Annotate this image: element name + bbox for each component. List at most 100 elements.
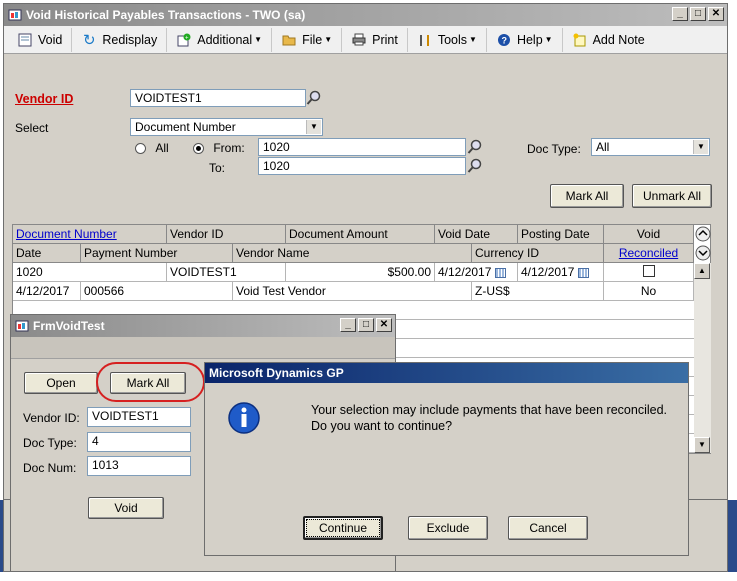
maximize-button[interactable]: □ (690, 7, 706, 21)
radio-from[interactable]: From: (193, 141, 245, 155)
scroll-down-icon[interactable]: ▼ (694, 437, 710, 453)
to-lookup-button[interactable] (466, 157, 484, 175)
vendor-lookup-button[interactable] (305, 89, 323, 107)
open-button[interactable]: Open (24, 372, 98, 394)
cancel-button[interactable]: Cancel (508, 516, 588, 540)
to-input[interactable]: 1020 (258, 157, 466, 175)
toolbar-additional-button[interactable]: + Additional ▼ (167, 27, 273, 52)
dialog-message-line-2: Do you want to continue? (311, 419, 453, 433)
mark-all-button[interactable]: Mark All (550, 184, 624, 208)
minimize-button[interactable]: _ (340, 318, 356, 332)
test-vendor-id-input[interactable]: VOIDTEST1 (87, 407, 191, 427)
chevron-down-icon: ▼ (544, 35, 553, 44)
exclude-button[interactable]: Exclude (408, 516, 488, 540)
test-doc-type-label: Doc Type: (23, 436, 77, 450)
void-icon (17, 32, 33, 48)
col-posting-date: Posting Date (518, 225, 604, 244)
calendar-icon[interactable] (577, 267, 589, 278)
radio-all[interactable]: All (135, 141, 169, 155)
col-document-number[interactable]: Document Number (13, 225, 167, 244)
app-icon (15, 319, 29, 333)
close-button[interactable]: ✕ (376, 318, 392, 332)
col-document-amount: Document Amount (286, 225, 435, 244)
toolbar-add-note-button[interactable]: Add Note (563, 28, 654, 52)
unmark-all-button[interactable]: Unmark All (632, 184, 712, 208)
radio-from-indicator[interactable] (193, 143, 204, 155)
doc-type-label: Doc Type: (527, 142, 581, 156)
row-vendor-id[interactable]: VOIDTEST1 (167, 263, 286, 282)
from-input[interactable]: 1020 (258, 138, 466, 156)
col-void: Void (604, 225, 694, 244)
chevron-down-icon[interactable]: ▼ (693, 140, 708, 154)
toolbar-help-button[interactable]: ? Help ▼ (487, 27, 563, 52)
dialog-message-line-1: Your selection may include payments that… (311, 403, 668, 417)
row-payment-number[interactable]: 000566 (81, 282, 233, 301)
help-icon: ? (496, 32, 512, 48)
magnifier-icon (306, 90, 321, 105)
dialog-title: Microsoft Dynamics GP (209, 366, 344, 380)
col-currency-id: Currency ID (472, 244, 604, 263)
test-vendor-id-label: Vendor ID: (23, 411, 80, 425)
chevron-down-icon: ▼ (469, 35, 477, 44)
test-doc-num-label: Doc Num: (23, 461, 77, 475)
message-dialog: Microsoft Dynamics GP Your selection may… (204, 362, 689, 556)
from-lookup-button[interactable] (466, 138, 484, 156)
select-dropdown[interactable]: Document Number ▼ (130, 118, 323, 136)
void-checkbox[interactable] (642, 265, 655, 277)
col-payment-number: Payment Number (81, 244, 233, 263)
calendar-icon[interactable] (494, 267, 506, 278)
select-label: Select (15, 121, 49, 135)
test-header-bar (11, 337, 395, 359)
test-void-button[interactable]: Void (88, 497, 164, 519)
app-icon (8, 8, 22, 22)
chevron-up-circle-icon (695, 226, 711, 242)
collapse-rows-button[interactable] (695, 226, 711, 245)
chevron-down-icon: ▼ (254, 35, 263, 44)
table-row[interactable]: 1020 (13, 263, 167, 282)
dialog-titlebar[interactable]: Microsoft Dynamics GP (205, 363, 688, 383)
maximize-button[interactable]: □ (358, 318, 374, 332)
row-currency-id[interactable]: Z-US$ (472, 282, 604, 301)
magnifier-icon (467, 139, 482, 154)
chevron-down-icon: ▼ (324, 35, 333, 44)
chevron-down-icon[interactable]: ▼ (306, 120, 321, 134)
toolbar-void-button[interactable]: Void (8, 27, 73, 52)
col-date: Date (13, 244, 81, 263)
test-mark-all-button[interactable]: Mark All (110, 372, 186, 394)
test-doc-type-input[interactable]: 4 (87, 432, 191, 452)
radio-all-indicator[interactable] (135, 143, 146, 155)
row-vendor-name[interactable]: Void Test Vendor (233, 282, 472, 301)
col-reconciled[interactable]: Reconciled (604, 244, 694, 263)
print-icon (351, 32, 367, 48)
svg-text:+: + (185, 35, 189, 41)
expand-rows-button[interactable] (695, 245, 711, 264)
vendor-id-input[interactable]: VOIDTEST1 (130, 89, 306, 107)
close-button[interactable]: ✕ (708, 7, 724, 21)
toolbar-redisplay-button[interactable]: ↻ Redisplay (72, 27, 168, 52)
toolbar-file-button[interactable]: File ▼ (272, 27, 343, 52)
row-posting-date[interactable]: 4/12/2017 (518, 263, 604, 282)
grid-scrollbar[interactable]: ▲ ▼ (694, 263, 711, 453)
main-titlebar[interactable]: Void Historical Payables Transactions - … (4, 4, 727, 26)
tools-icon (417, 32, 433, 48)
test-titlebar[interactable]: FrmVoidTest _ □ ✕ (11, 315, 395, 337)
row-void-checkbox-cell (604, 263, 694, 282)
scroll-up-icon[interactable]: ▲ (694, 263, 710, 279)
minimize-button[interactable]: _ (672, 7, 688, 21)
doc-type-dropdown[interactable]: All ▼ (591, 138, 710, 156)
row-document-amount[interactable]: $500.00 (286, 263, 435, 282)
add-note-icon (572, 32, 588, 48)
row-date[interactable]: 4/12/2017 (13, 282, 81, 301)
row-void-date[interactable]: 4/12/2017 (435, 263, 518, 282)
chevron-down-circle-icon (695, 245, 711, 261)
to-label: To: (209, 161, 226, 175)
magnifier-icon (467, 158, 482, 173)
test-doc-num-input[interactable]: 1013 (87, 456, 191, 476)
vendor-id-label[interactable]: Vendor ID (15, 92, 73, 106)
toolbar-tools-button[interactable]: Tools ▼ (408, 27, 487, 52)
col-void-date: Void Date (435, 225, 518, 244)
test-window-title: FrmVoidTest (33, 319, 105, 333)
toolbar-print-button[interactable]: Print (342, 27, 408, 52)
continue-button[interactable]: Continue (303, 516, 383, 540)
row-reconciled: No (604, 282, 694, 301)
